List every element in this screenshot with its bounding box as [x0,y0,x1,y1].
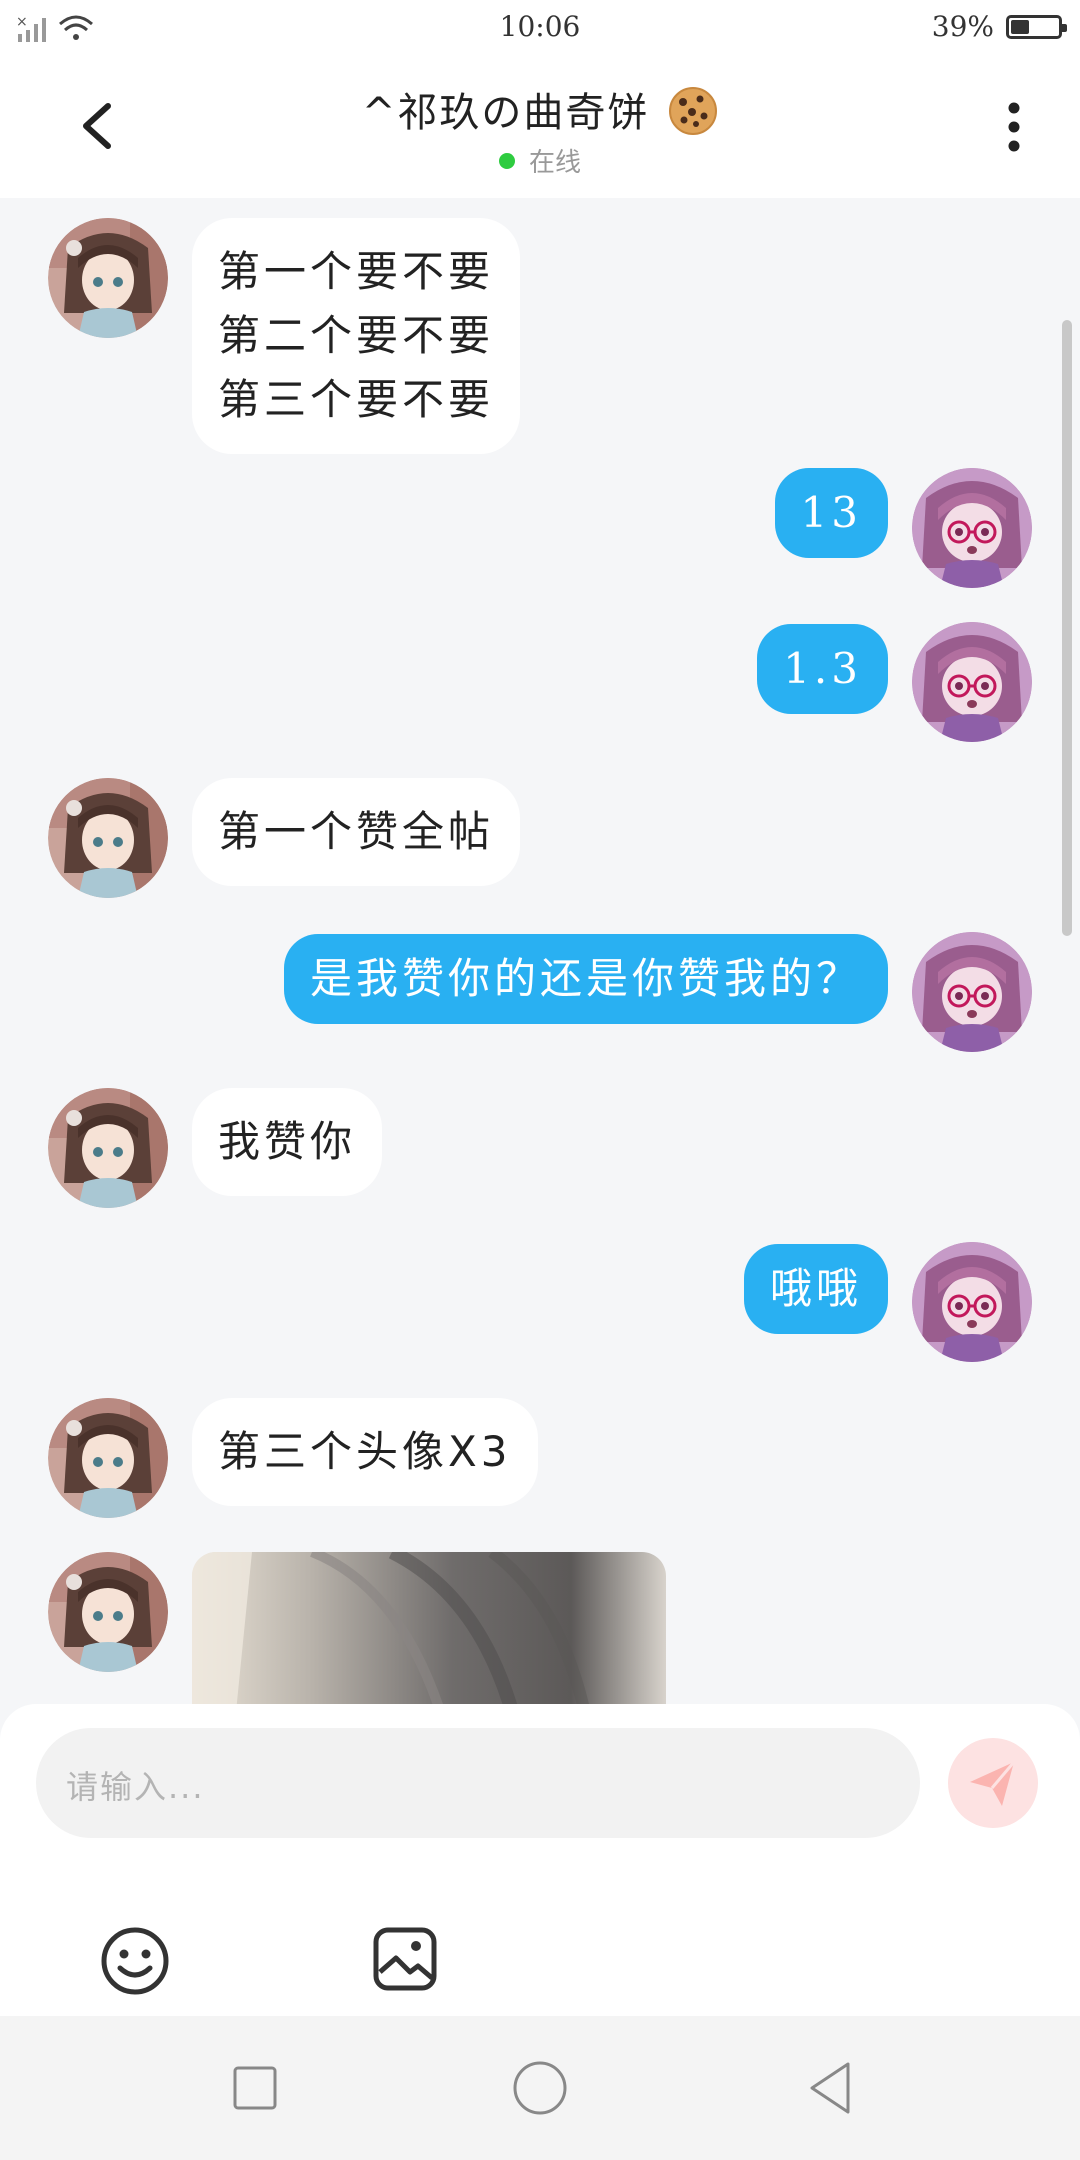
contact-avatar[interactable] [48,1552,168,1672]
emoji-button[interactable] [100,1926,170,1996]
message-bubble-incoming[interactable]: 我赞你 [192,1088,383,1196]
send-icon [970,1761,1016,1806]
chat-title-row: ^祁玖の曲奇饼 [0,80,1080,138]
image-message[interactable] [192,1552,666,1704]
input-placeholder: 请输入... [66,1768,205,1806]
online-status-text: 在线 [528,148,581,178]
image-button[interactable] [372,1926,438,1992]
chat-messages[interactable]: 第一个要不要 第二个要不要 第三个要不要 13 1.3 第一个赞全帖 是我赞你的… [0,198,1080,1704]
send-button[interactable] [948,1738,1038,1828]
status-bar: × 10:06 39% [0,0,1080,58]
contact-avatar[interactable] [48,1088,168,1208]
more-vertical-icon [1008,102,1020,152]
battery-text: 39% [931,10,994,43]
nav-recents-button[interactable] [225,2058,285,2118]
message-bubble-outgoing[interactable]: 是我赞你的还是你赞我的？ [283,934,888,1024]
nav-home-button[interactable] [510,2058,570,2118]
status-time: 10:06 [499,10,581,43]
chat-title: ^祁玖の曲奇饼 [361,90,650,136]
image-icon [373,1927,437,1991]
message-bubble-outgoing[interactable]: 1.3 [757,624,888,714]
message-line: 第三个要不要 [218,375,495,424]
contact-avatar[interactable] [48,1398,168,1518]
message-input[interactable]: 请输入... [36,1728,920,1838]
message-line: 第二个要不要 [218,311,495,360]
contact-avatar[interactable] [48,778,168,898]
scrollbar[interactable] [1062,320,1072,936]
battery-fill [1011,19,1029,34]
smiley-icon [101,1927,169,1995]
system-nav-bar [0,2016,1080,2160]
circle-icon [513,2061,567,2115]
message-bubble-incoming[interactable]: 第一个赞全帖 [192,778,521,886]
cookie-icon [668,86,718,136]
message-bubble-incoming[interactable]: 第一个要不要 第二个要不要 第三个要不要 [192,218,521,454]
triangle-back-icon [810,2062,850,2114]
my-avatar[interactable] [912,932,1032,1052]
chat-header: ^祁玖の曲奇饼 在线 [0,58,1080,198]
battery-indicator: 39% [931,10,1067,43]
message-line: 第一个要不要 [218,247,495,296]
online-status: 在线 [0,142,1080,179]
message-text: 第三个头像X3 [218,1427,512,1476]
more-options-button[interactable] [1000,98,1028,158]
my-avatar[interactable] [912,468,1032,588]
my-avatar[interactable] [912,1242,1032,1362]
contact-avatar[interactable] [48,218,168,338]
square-icon [233,2066,277,2110]
message-bubble-outgoing[interactable]: 13 [774,468,888,558]
input-panel: 请输入... [0,1704,1080,2016]
message-bubble-incoming[interactable]: 第三个头像X3 [192,1398,538,1506]
battery-icon [1006,14,1067,39]
message-bubble-outgoing[interactable]: 哦哦 [743,1244,888,1334]
my-avatar[interactable] [912,622,1032,742]
online-dot-icon [498,152,515,169]
nav-back-button[interactable] [800,2058,860,2118]
